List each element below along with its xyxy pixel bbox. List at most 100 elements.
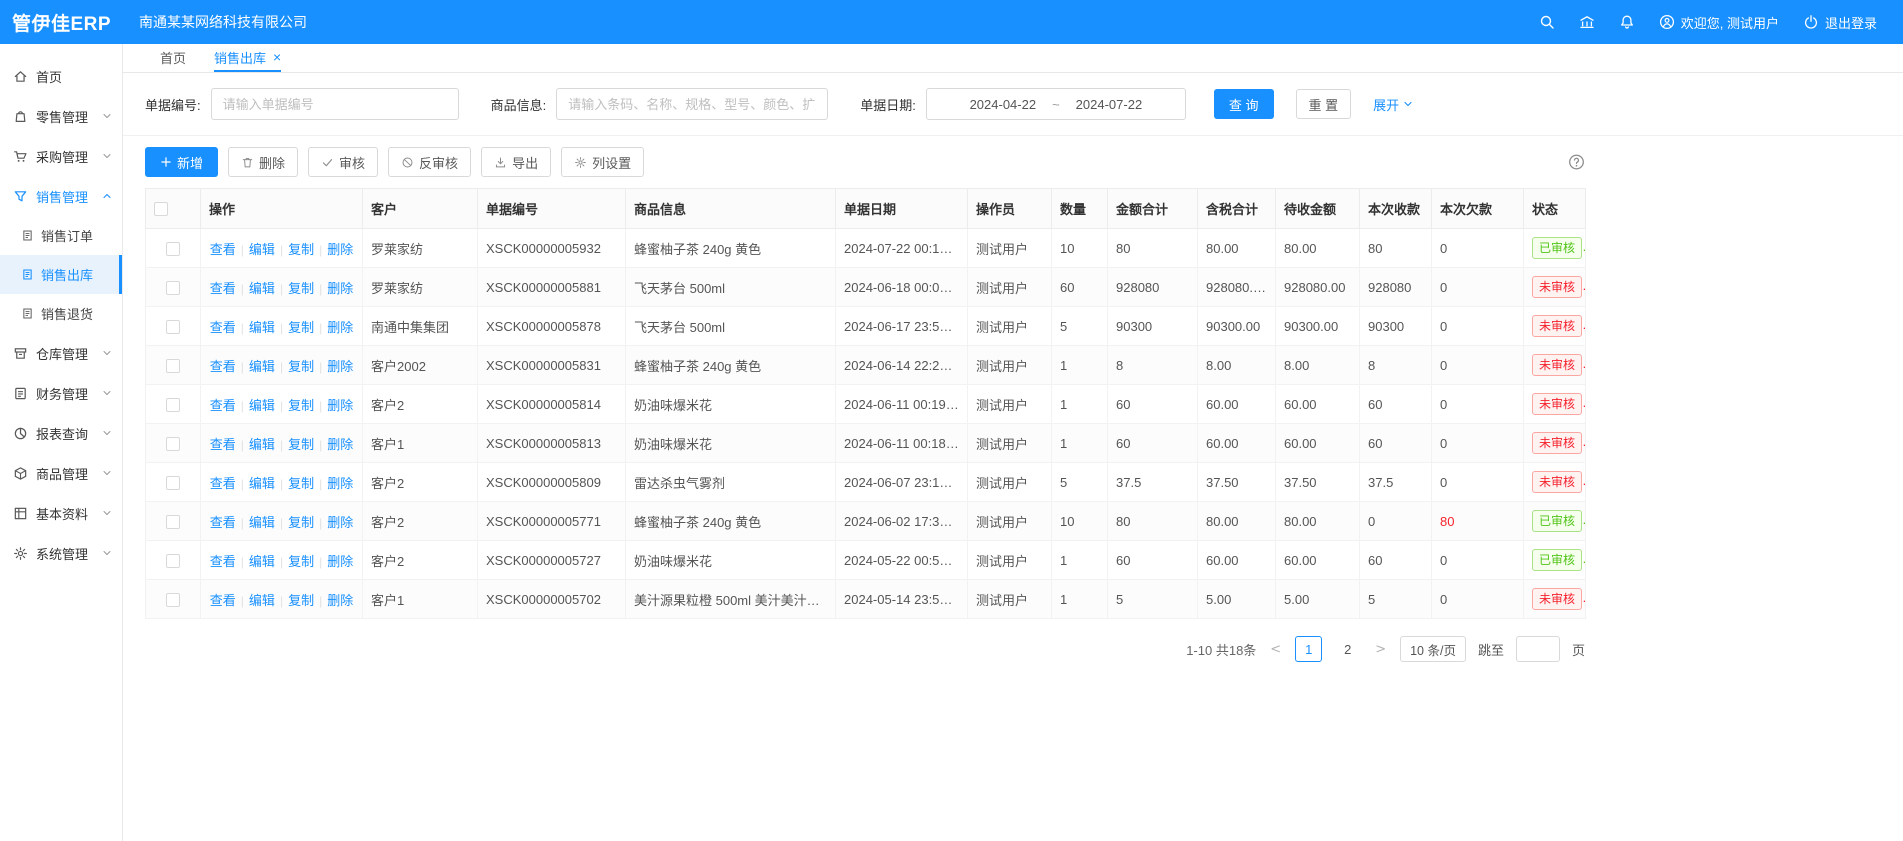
edit-link[interactable]: 编辑 — [249, 398, 275, 413]
expand-filters-link[interactable]: 展开 — [1373, 95, 1414, 114]
tab-sales-outbound[interactable]: 销售出库 × — [214, 44, 281, 72]
sidebar-item-retail[interactable]: 零售管理 — [0, 96, 122, 136]
sidebar-item-finance[interactable]: 财务管理 — [0, 373, 122, 413]
notification-bell-icon[interactable] — [1619, 14, 1635, 30]
page-2-button[interactable]: 2 — [1334, 636, 1361, 662]
unaudit-button[interactable]: 反审核 — [388, 147, 471, 177]
bill-no-cell: XSCK00000005878 — [478, 307, 626, 346]
user-menu[interactable]: 欢迎您, 测试用户 — [1659, 13, 1779, 32]
sidebar-item-purchase[interactable]: 采购管理 — [0, 136, 122, 176]
edit-link[interactable]: 编辑 — [249, 320, 275, 335]
search-icon[interactable] — [1539, 14, 1555, 30]
sidebar-item-product[interactable]: 商品管理 — [0, 453, 122, 493]
sidebar-item-sales-order[interactable]: 销售订单 — [0, 216, 122, 255]
home-shortcut-icon[interactable] — [1579, 14, 1595, 30]
bill-no-input[interactable] — [211, 88, 459, 120]
tab-label: 销售出库 — [214, 48, 266, 67]
row-checkbox[interactable] — [166, 281, 180, 295]
view-link[interactable]: 查看 — [210, 554, 236, 569]
delete-link[interactable]: 删除 — [327, 242, 353, 257]
column-settings-button[interactable]: 列设置 — [561, 147, 644, 177]
select-all-checkbox[interactable] — [154, 202, 168, 216]
row-checkbox[interactable] — [166, 359, 180, 373]
edit-link[interactable]: 编辑 — [249, 515, 275, 530]
row-checkbox[interactable] — [166, 437, 180, 451]
row-checkbox[interactable] — [166, 398, 180, 412]
copy-link[interactable]: 复制 — [288, 320, 314, 335]
view-link[interactable]: 查看 — [210, 398, 236, 413]
copy-link[interactable]: 复制 — [288, 398, 314, 413]
help-question-icon[interactable] — [1568, 154, 1585, 171]
view-link[interactable]: 查看 — [210, 515, 236, 530]
jump-to-page-input[interactable] — [1516, 636, 1560, 662]
copy-link[interactable]: 复制 — [288, 242, 314, 257]
view-link[interactable]: 查看 — [210, 359, 236, 374]
view-link[interactable]: 查看 — [210, 242, 236, 257]
delete-link[interactable]: 删除 — [327, 398, 353, 413]
row-checkbox[interactable] — [166, 476, 180, 490]
sidebar-item-basic-data[interactable]: 基本资料 — [0, 493, 122, 533]
copy-link[interactable]: 复制 — [288, 281, 314, 296]
audit-button[interactable]: 审核 — [308, 147, 378, 177]
view-link[interactable]: 查看 — [210, 320, 236, 335]
edit-link[interactable]: 编辑 — [249, 476, 275, 491]
col-header-debt: 本次欠款 — [1432, 189, 1524, 229]
view-link[interactable]: 查看 — [210, 593, 236, 608]
row-checkbox[interactable] — [166, 515, 180, 529]
bill-no-cell: XSCK00000005771 — [478, 502, 626, 541]
row-checkbox[interactable] — [166, 593, 180, 607]
row-checkbox[interactable] — [166, 554, 180, 568]
delete-link[interactable]: 删除 — [327, 359, 353, 374]
copy-link[interactable]: 复制 — [288, 554, 314, 569]
add-button[interactable]: 新增 — [145, 147, 218, 177]
view-link[interactable]: 查看 — [210, 476, 236, 491]
table-row: 查看|编辑|复制|删除 客户2002 XSCK00000005831 蜂蜜柚子茶… — [146, 346, 1586, 385]
page-1-button[interactable]: 1 — [1295, 636, 1322, 662]
action-separator: | — [241, 282, 244, 296]
copy-link[interactable]: 复制 — [288, 515, 314, 530]
edit-link[interactable]: 编辑 — [249, 242, 275, 257]
copy-link[interactable]: 复制 — [288, 476, 314, 491]
delete-link[interactable]: 删除 — [327, 437, 353, 452]
logout-button[interactable]: 退出登录 — [1803, 13, 1877, 32]
copy-link[interactable]: 复制 — [288, 437, 314, 452]
status-cell: 未审核 — [1524, 424, 1586, 463]
date-range-picker[interactable]: 2024-04-22 ~ 2024-07-22 — [926, 88, 1186, 120]
sidebar-item-home[interactable]: 首页 — [0, 56, 122, 96]
sidebar-item-system[interactable]: 系统管理 — [0, 533, 122, 573]
search-button[interactable]: 查 询 — [1214, 89, 1274, 119]
page-size-select[interactable]: 10 条/页 — [1400, 636, 1466, 662]
row-checkbox[interactable] — [166, 320, 180, 334]
delete-link[interactable]: 删除 — [327, 593, 353, 608]
prev-page-icon[interactable]: < — [1268, 642, 1283, 657]
sidebar-item-report[interactable]: 报表查询 — [0, 413, 122, 453]
view-link[interactable]: 查看 — [210, 281, 236, 296]
delete-link[interactable]: 删除 — [327, 554, 353, 569]
sidebar-item-warehouse[interactable]: 仓库管理 — [0, 333, 122, 373]
copy-link[interactable]: 复制 — [288, 359, 314, 374]
sidebar-item-sales-return[interactable]: 销售退货 — [0, 294, 122, 333]
delete-link[interactable]: 删除 — [327, 281, 353, 296]
reset-button[interactable]: 重 置 — [1296, 89, 1352, 119]
status-cell: 未审核 — [1524, 307, 1586, 346]
product-info-input[interactable] — [556, 88, 828, 120]
tax-total-cell: 80.00 — [1198, 502, 1276, 541]
sidebar-item-sales-outbound[interactable]: 销售出库 — [0, 255, 122, 294]
copy-link[interactable]: 复制 — [288, 593, 314, 608]
delete-link[interactable]: 删除 — [327, 320, 353, 335]
export-button[interactable]: 导出 — [481, 147, 551, 177]
tab-home[interactable]: 首页 — [160, 44, 186, 72]
edit-link[interactable]: 编辑 — [249, 359, 275, 374]
view-link[interactable]: 查看 — [210, 437, 236, 452]
next-page-icon[interactable]: > — [1373, 642, 1388, 657]
edit-link[interactable]: 编辑 — [249, 437, 275, 452]
close-icon[interactable]: × — [273, 50, 281, 64]
delete-link[interactable]: 删除 — [327, 476, 353, 491]
edit-link[interactable]: 编辑 — [249, 281, 275, 296]
delete-button[interactable]: 删除 — [228, 147, 298, 177]
delete-link[interactable]: 删除 — [327, 515, 353, 530]
edit-link[interactable]: 编辑 — [249, 554, 275, 569]
sidebar-item-sales[interactable]: 销售管理 — [0, 176, 122, 216]
edit-link[interactable]: 编辑 — [249, 593, 275, 608]
row-checkbox[interactable] — [166, 242, 180, 256]
